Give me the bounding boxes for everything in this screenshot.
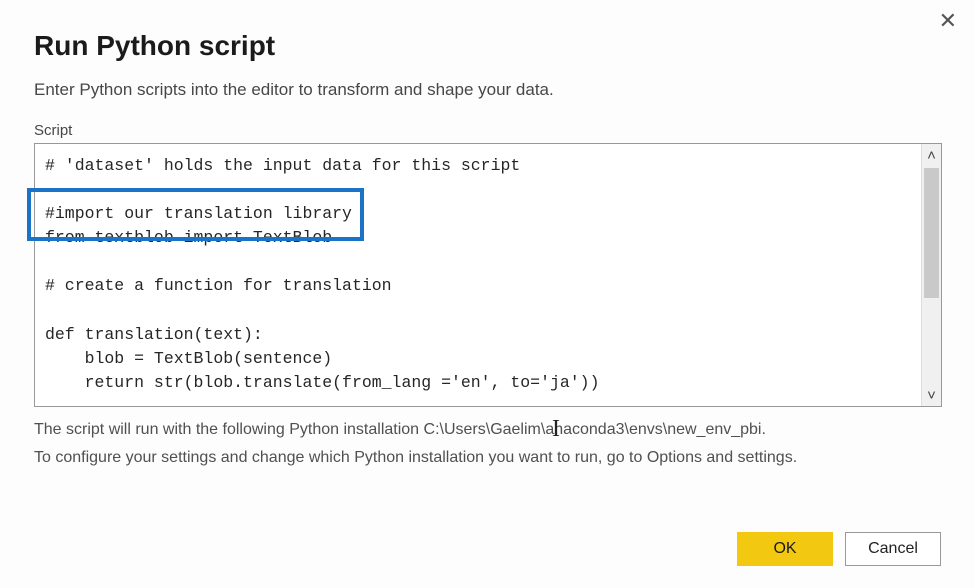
info-line-2: To configure your settings and change wh… <box>34 445 941 471</box>
cancel-button[interactable]: Cancel <box>845 532 941 566</box>
scrollbar[interactable]: ˄ ˅ <box>921 144 941 406</box>
scroll-up-icon[interactable]: ˄ <box>922 144 941 166</box>
info-line-1: The script will run with the following P… <box>34 417 941 443</box>
scroll-down-icon[interactable]: ˅ <box>922 384 941 406</box>
ok-button[interactable]: OK <box>737 532 833 566</box>
script-editor[interactable]: # 'dataset' holds the input data for thi… <box>35 144 921 406</box>
run-python-script-dialog: ✕ Run Python script Enter Python scripts… <box>0 0 975 588</box>
script-editor-container: # 'dataset' holds the input data for thi… <box>34 143 942 407</box>
dialog-buttons: OK Cancel <box>737 532 941 566</box>
scrollbar-thumb[interactable] <box>924 168 939 298</box>
dialog-subtitle: Enter Python scripts into the editor to … <box>34 80 941 100</box>
script-label: Script <box>34 122 941 139</box>
dialog-title: Run Python script <box>34 30 941 62</box>
close-icon[interactable]: ✕ <box>939 10 957 32</box>
